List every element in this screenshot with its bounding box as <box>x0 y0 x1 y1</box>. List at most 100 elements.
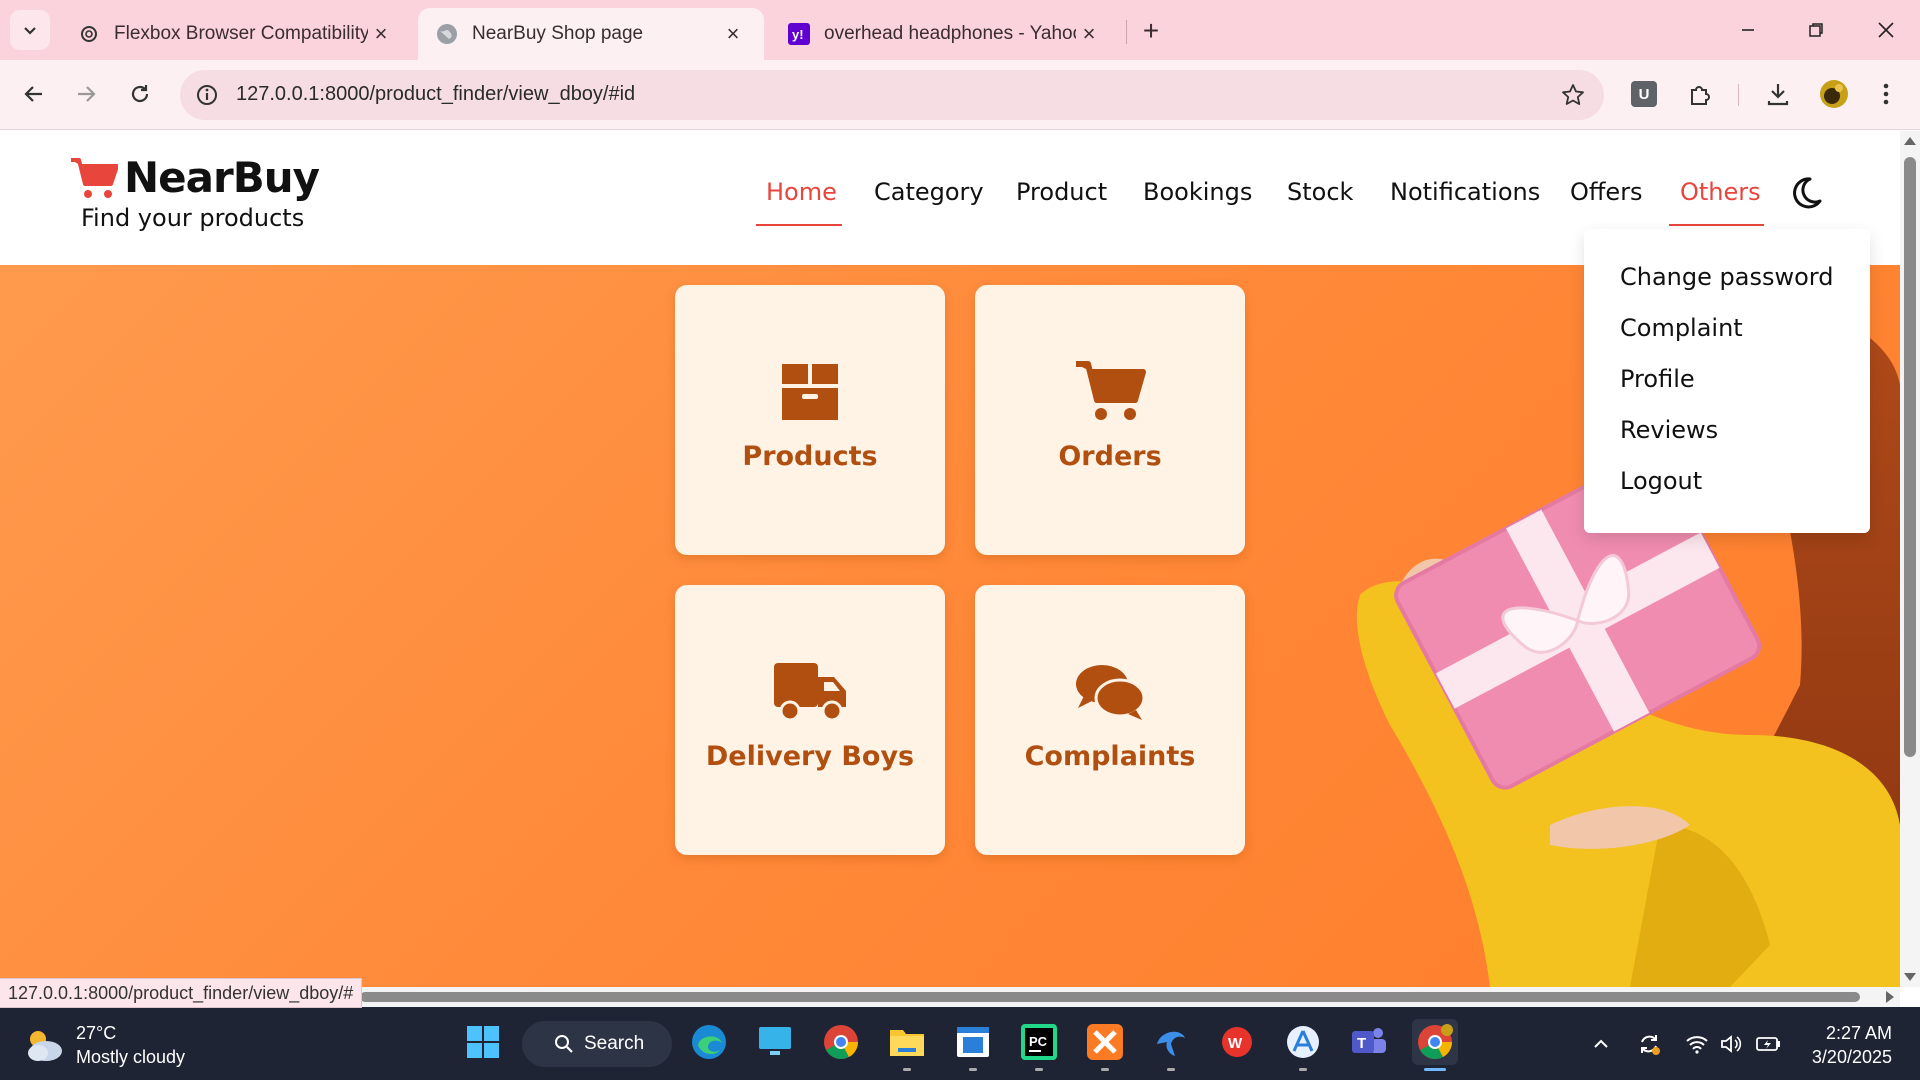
taskbar-app-store[interactable] <box>1280 1019 1326 1071</box>
card-complaints[interactable]: Complaints <box>975 585 1245 855</box>
moon-icon[interactable] <box>1786 173 1826 213</box>
url-text[interactable]: 127.0.0.1:8000/product_finder/view_dboy/… <box>236 83 635 106</box>
taskbar-xampp[interactable] <box>1082 1019 1128 1071</box>
restore-button[interactable] <box>1796 10 1836 50</box>
start-button[interactable] <box>460 1019 506 1065</box>
menu-item-logout[interactable]: Logout <box>1620 467 1702 495</box>
nav-notifications[interactable]: Notifications <box>1390 178 1540 206</box>
forward-button[interactable] <box>66 74 106 114</box>
close-icon[interactable]: × <box>720 21 746 47</box>
taskbar-file-explorer[interactable] <box>884 1019 930 1071</box>
taskbar-teams[interactable]: T <box>1346 1019 1392 1065</box>
close-icon[interactable]: × <box>368 21 394 47</box>
sync-tray-icon[interactable] <box>1634 1029 1664 1059</box>
globe-icon <box>436 23 458 45</box>
nav-category[interactable]: Category <box>874 178 984 206</box>
taskbar-chrome-active[interactable] <box>1412 1019 1458 1071</box>
minimize-button[interactable] <box>1728 10 1768 50</box>
scrollbar-thumb[interactable] <box>1904 157 1916 757</box>
yahoo-icon: y! <box>788 23 810 45</box>
page-viewport: NearBuy Find your products Home Category… <box>0 131 1900 987</box>
tab-strip: Flexbox Browser Compatibility × NearBuy … <box>0 0 1920 60</box>
chrome-icon <box>824 1025 858 1059</box>
taskbar-app-blue[interactable] <box>950 1019 996 1071</box>
taskbar-dolphin[interactable] <box>1148 1019 1194 1071</box>
taskbar-chrome[interactable] <box>818 1019 864 1065</box>
info-icon[interactable] <box>194 82 220 108</box>
active-indicator <box>1424 1068 1446 1071</box>
scrollbar-thumb[interactable] <box>360 992 1860 1002</box>
nav-offers[interactable]: Offers <box>1570 178 1643 206</box>
monitor-icon <box>759 1027 791 1055</box>
extensions-button[interactable] <box>1682 76 1718 112</box>
menu-item-change-password[interactable]: Change password <box>1620 263 1833 291</box>
arrow-left-icon <box>24 86 42 102</box>
taskbar-pycharm[interactable]: PC <box>1016 1019 1062 1071</box>
menu-button[interactable] <box>1868 76 1904 112</box>
menu-item-complaint[interactable]: Complaint <box>1620 314 1743 342</box>
vertical-scrollbar[interactable] <box>1900 131 1920 987</box>
kebab-menu-icon <box>1883 83 1889 105</box>
truck-icon <box>770 657 850 727</box>
extension-u-button[interactable]: U <box>1626 76 1662 112</box>
back-button[interactable] <box>14 74 54 114</box>
running-indicator <box>903 1068 911 1071</box>
scroll-down-icon[interactable] <box>1904 973 1916 981</box>
shopping-cart-icon <box>71 157 118 198</box>
tab-flexbox[interactable]: Flexbox Browser Compatibility × <box>60 8 412 60</box>
status-bar-url: 127.0.0.1:8000/product_finder/view_dboy/… <box>0 978 363 1008</box>
downloads-button[interactable] <box>1760 76 1796 112</box>
tab-nearbuy[interactable]: NearBuy Shop page × <box>418 8 764 60</box>
address-bar[interactable]: 127.0.0.1:8000/product_finder/view_dboy/… <box>180 70 1604 120</box>
card-delivery-boys[interactable]: Delivery Boys <box>675 585 945 855</box>
profile-avatar[interactable] <box>1816 76 1852 112</box>
weather-temperature: 27°C <box>76 1023 117 1043</box>
taskbar-search[interactable]: Search <box>522 1021 672 1067</box>
close-window-button[interactable] <box>1866 10 1906 50</box>
scroll-right-icon[interactable] <box>1886 991 1894 1003</box>
cloudy-icon <box>28 1031 62 1061</box>
system-clock[interactable]: 2:27 AM 3/20/2025 <box>1812 1021 1892 1069</box>
taskbar-desktop[interactable] <box>752 1019 798 1065</box>
taskbar-wps[interactable]: W <box>1214 1019 1260 1065</box>
menu-item-profile[interactable]: Profile <box>1620 365 1695 393</box>
volume-tray-icon[interactable] <box>1716 1029 1746 1059</box>
brand-logo[interactable]: NearBuy Find your products <box>70 153 320 232</box>
reload-button[interactable] <box>120 74 160 114</box>
nav-product[interactable]: Product <box>1016 178 1107 206</box>
nav-home[interactable]: Home <box>766 178 837 206</box>
avatar-icon <box>1820 80 1848 108</box>
running-indicator <box>1101 1068 1109 1071</box>
chevron-up-icon <box>1594 1039 1608 1048</box>
card-orders[interactable]: Orders <box>975 285 1245 555</box>
nav-stock[interactable]: Stock <box>1287 178 1353 206</box>
cart-icon <box>1070 357 1150 427</box>
battery-tray-icon[interactable] <box>1754 1029 1784 1059</box>
scroll-up-icon[interactable] <box>1904 137 1916 145</box>
weather-widget[interactable]: 27°C Mostly cloudy <box>24 1021 185 1069</box>
close-icon <box>1878 22 1894 38</box>
wps-icon: W <box>1222 1027 1252 1057</box>
arrow-right-icon <box>78 86 96 102</box>
running-indicator <box>969 1068 977 1071</box>
close-icon[interactable]: × <box>1076 21 1102 47</box>
pycharm-icon: PC <box>1021 1024 1057 1060</box>
taskbar-edge[interactable] <box>686 1019 732 1065</box>
svg-text:PC: PC <box>1029 1034 1048 1049</box>
app-store-icon <box>1287 1026 1319 1058</box>
svg-text:T: T <box>1357 1035 1366 1052</box>
menu-item-reviews[interactable]: Reviews <box>1620 416 1718 444</box>
nav-others-underline <box>1669 224 1764 226</box>
tab-yahoo[interactable]: y! overhead headphones - Yahoo × <box>770 8 1120 60</box>
tab-search-button[interactable] <box>10 10 50 50</box>
nav-bookings[interactable]: Bookings <box>1143 178 1252 206</box>
new-tab-button[interactable]: + <box>1134 14 1168 48</box>
svg-text:W: W <box>1228 1035 1243 1052</box>
nav-others[interactable]: Others <box>1680 178 1761 206</box>
windows-taskbar: 27°C Mostly cloudy Search PC W T 2:27 AM… <box>0 1007 1920 1080</box>
wifi-tray-icon[interactable] <box>1682 1029 1712 1059</box>
bookmark-star-icon[interactable] <box>1560 82 1586 108</box>
show-hidden-icons-button[interactable] <box>1586 1029 1616 1059</box>
card-products[interactable]: Products <box>675 285 945 555</box>
others-dropdown-menu: Change password Complaint Profile Review… <box>1584 229 1870 533</box>
